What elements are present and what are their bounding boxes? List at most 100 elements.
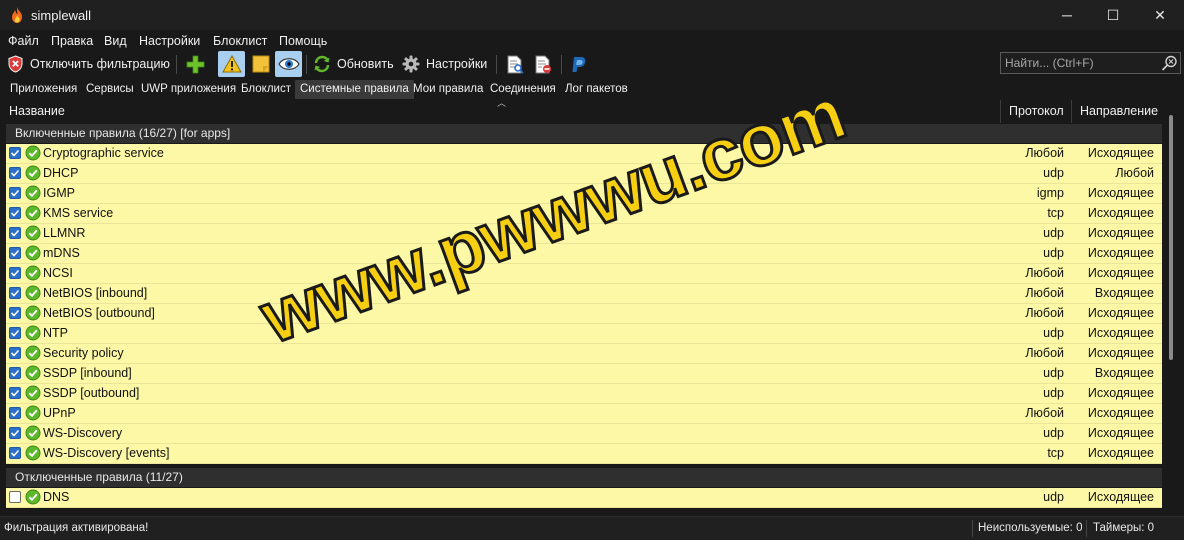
shield-icon [8,55,23,73]
rule-row[interactable]: DNS udp Исходящее [6,488,1162,508]
rule-name: NCSI [43,266,73,280]
column-protocol[interactable]: Протокол [1009,100,1064,123]
rule-name: LLMNR [43,226,86,240]
unused-count: Неиспользуемые: 0 [978,522,1083,534]
group-header[interactable]: Включенные правила (16/27) [for apps] [6,124,1162,143]
rule-checkbox[interactable] [9,427,21,439]
rule-name: DHCP [43,166,79,180]
rule-name: UPnP [43,406,76,420]
title-bar: simplewall ─ ☐ ✕ [0,0,1184,30]
check-circle-icon [25,165,41,181]
rule-direction: Исходящее [1087,426,1154,440]
check-circle-icon [25,205,41,221]
rule-name: DNS [43,490,70,504]
tab-strip: Приложения Сервисы UWP приложения Блокли… [0,80,700,99]
column-direction[interactable]: Направление [1080,100,1158,123]
rule-row[interactable]: NCSI Любой Исходящее [6,264,1162,284]
clear-log-button[interactable] [534,51,552,77]
toolbar-divider [496,55,497,74]
column-divider[interactable] [1071,100,1072,123]
rule-row[interactable]: NetBIOS [outbound] Любой Исходящее [6,304,1162,324]
check-circle-icon [25,405,41,421]
rule-name: NetBIOS [outbound] [43,306,155,320]
add-rule-button[interactable] [186,51,205,77]
rule-direction: Исходящее [1087,266,1154,280]
flame-icon [12,7,22,23]
menu-file[interactable]: Файл [8,34,39,48]
rule-direction: Исходящее [1087,306,1154,320]
rule-row[interactable]: NetBIOS [inbound] Любой Входящее [6,284,1162,304]
close-button[interactable]: ✕ [1137,0,1183,30]
menu-help[interactable]: Помощь [279,34,327,48]
menu-view[interactable]: Вид [104,34,127,48]
rule-row[interactable]: UPnP Любой Исходящее [6,404,1162,424]
rule-checkbox[interactable] [9,167,21,179]
column-name[interactable]: Название [9,100,65,123]
check-circle-icon [25,365,41,381]
eye-toggle[interactable] [275,51,302,77]
maximize-button[interactable]: ☐ [1090,0,1136,30]
rule-checkbox[interactable] [9,407,21,419]
rule-checkbox[interactable] [9,187,21,199]
rule-checkbox[interactable] [9,347,21,359]
disable-filter-label: Отключить фильтрацию [30,57,170,71]
scroll-thumb[interactable] [1169,115,1173,360]
rule-protocol: udp [1043,490,1064,504]
check-circle-icon [25,145,41,161]
rule-name: mDNS [43,246,80,260]
search-box [1000,52,1181,74]
rule-row[interactable]: WS-Discovery udp Исходящее [6,424,1162,444]
rule-checkbox[interactable] [9,387,21,399]
rule-name: SSDP [outbound] [43,386,140,400]
group-header[interactable]: Отключенные правила (11/27) [6,468,1162,487]
refresh-button[interactable]: Обновить [313,51,394,77]
scrollbar[interactable] [1166,101,1178,511]
rule-checkbox[interactable] [9,491,21,503]
menu-blocklist[interactable]: Блоклист [213,34,267,48]
menu-settings[interactable]: Настройки [139,34,200,48]
rule-checkbox[interactable] [9,327,21,339]
minimize-button[interactable]: ─ [1044,0,1090,30]
column-headers: Название Протокол Направление [0,100,1164,123]
tab-blocklist[interactable]: Блоклист [236,80,296,99]
rule-checkbox[interactable] [9,147,21,159]
tab-services[interactable]: Сервисы [81,80,139,99]
rule-row[interactable]: NTP udp Исходящее [6,324,1162,344]
rule-checkbox[interactable] [9,287,21,299]
rule-checkbox[interactable] [9,207,21,219]
tab-system-rules[interactable]: Системные правила [295,80,414,99]
rule-name: WS-Discovery [43,426,123,440]
rule-row[interactable]: WS-Discovery [events] tcp Исходящее [6,444,1162,464]
status-divider [1086,520,1087,537]
column-divider[interactable] [1000,100,1001,123]
rule-row[interactable]: Security policy Любой Исходящее [6,344,1162,364]
rule-checkbox[interactable] [9,307,21,319]
check-circle-icon [25,425,41,441]
tab-uwp-apps[interactable]: UWP приложения [136,80,241,99]
rule-checkbox[interactable] [9,227,21,239]
donate-button[interactable] [570,51,588,77]
open-log-button[interactable] [506,51,524,77]
rule-checkbox[interactable] [9,267,21,279]
rule-direction: Входящее [1094,366,1154,380]
search-input[interactable] [1001,53,1155,73]
warning-toggle[interactable] [218,51,245,77]
check-circle-icon [25,325,41,341]
settings-button[interactable]: Настройки [402,51,487,77]
tab-apps[interactable]: Приложения [5,80,82,99]
rule-checkbox[interactable] [9,247,21,259]
search-icon[interactable] [1161,55,1178,72]
toolbar-divider [561,55,562,74]
rule-protocol: Любой [1025,346,1064,360]
menu-edit[interactable]: Правка [51,34,93,48]
disable-filter-button[interactable]: Отключить фильтрацию [7,51,170,77]
rule-row[interactable]: SSDP [inbound] udp Входящее [6,364,1162,384]
note-toggle[interactable] [247,51,274,77]
rule-checkbox[interactable] [9,447,21,459]
tab-packet-log[interactable]: Лог пакетов [560,80,633,99]
rule-checkbox[interactable] [9,367,21,379]
rule-protocol: udp [1043,426,1064,440]
rule-row[interactable]: SSDP [outbound] udp Исходящее [6,384,1162,404]
tab-user-rules[interactable]: Мои правила [408,80,488,99]
rule-protocol: udp [1043,246,1064,260]
